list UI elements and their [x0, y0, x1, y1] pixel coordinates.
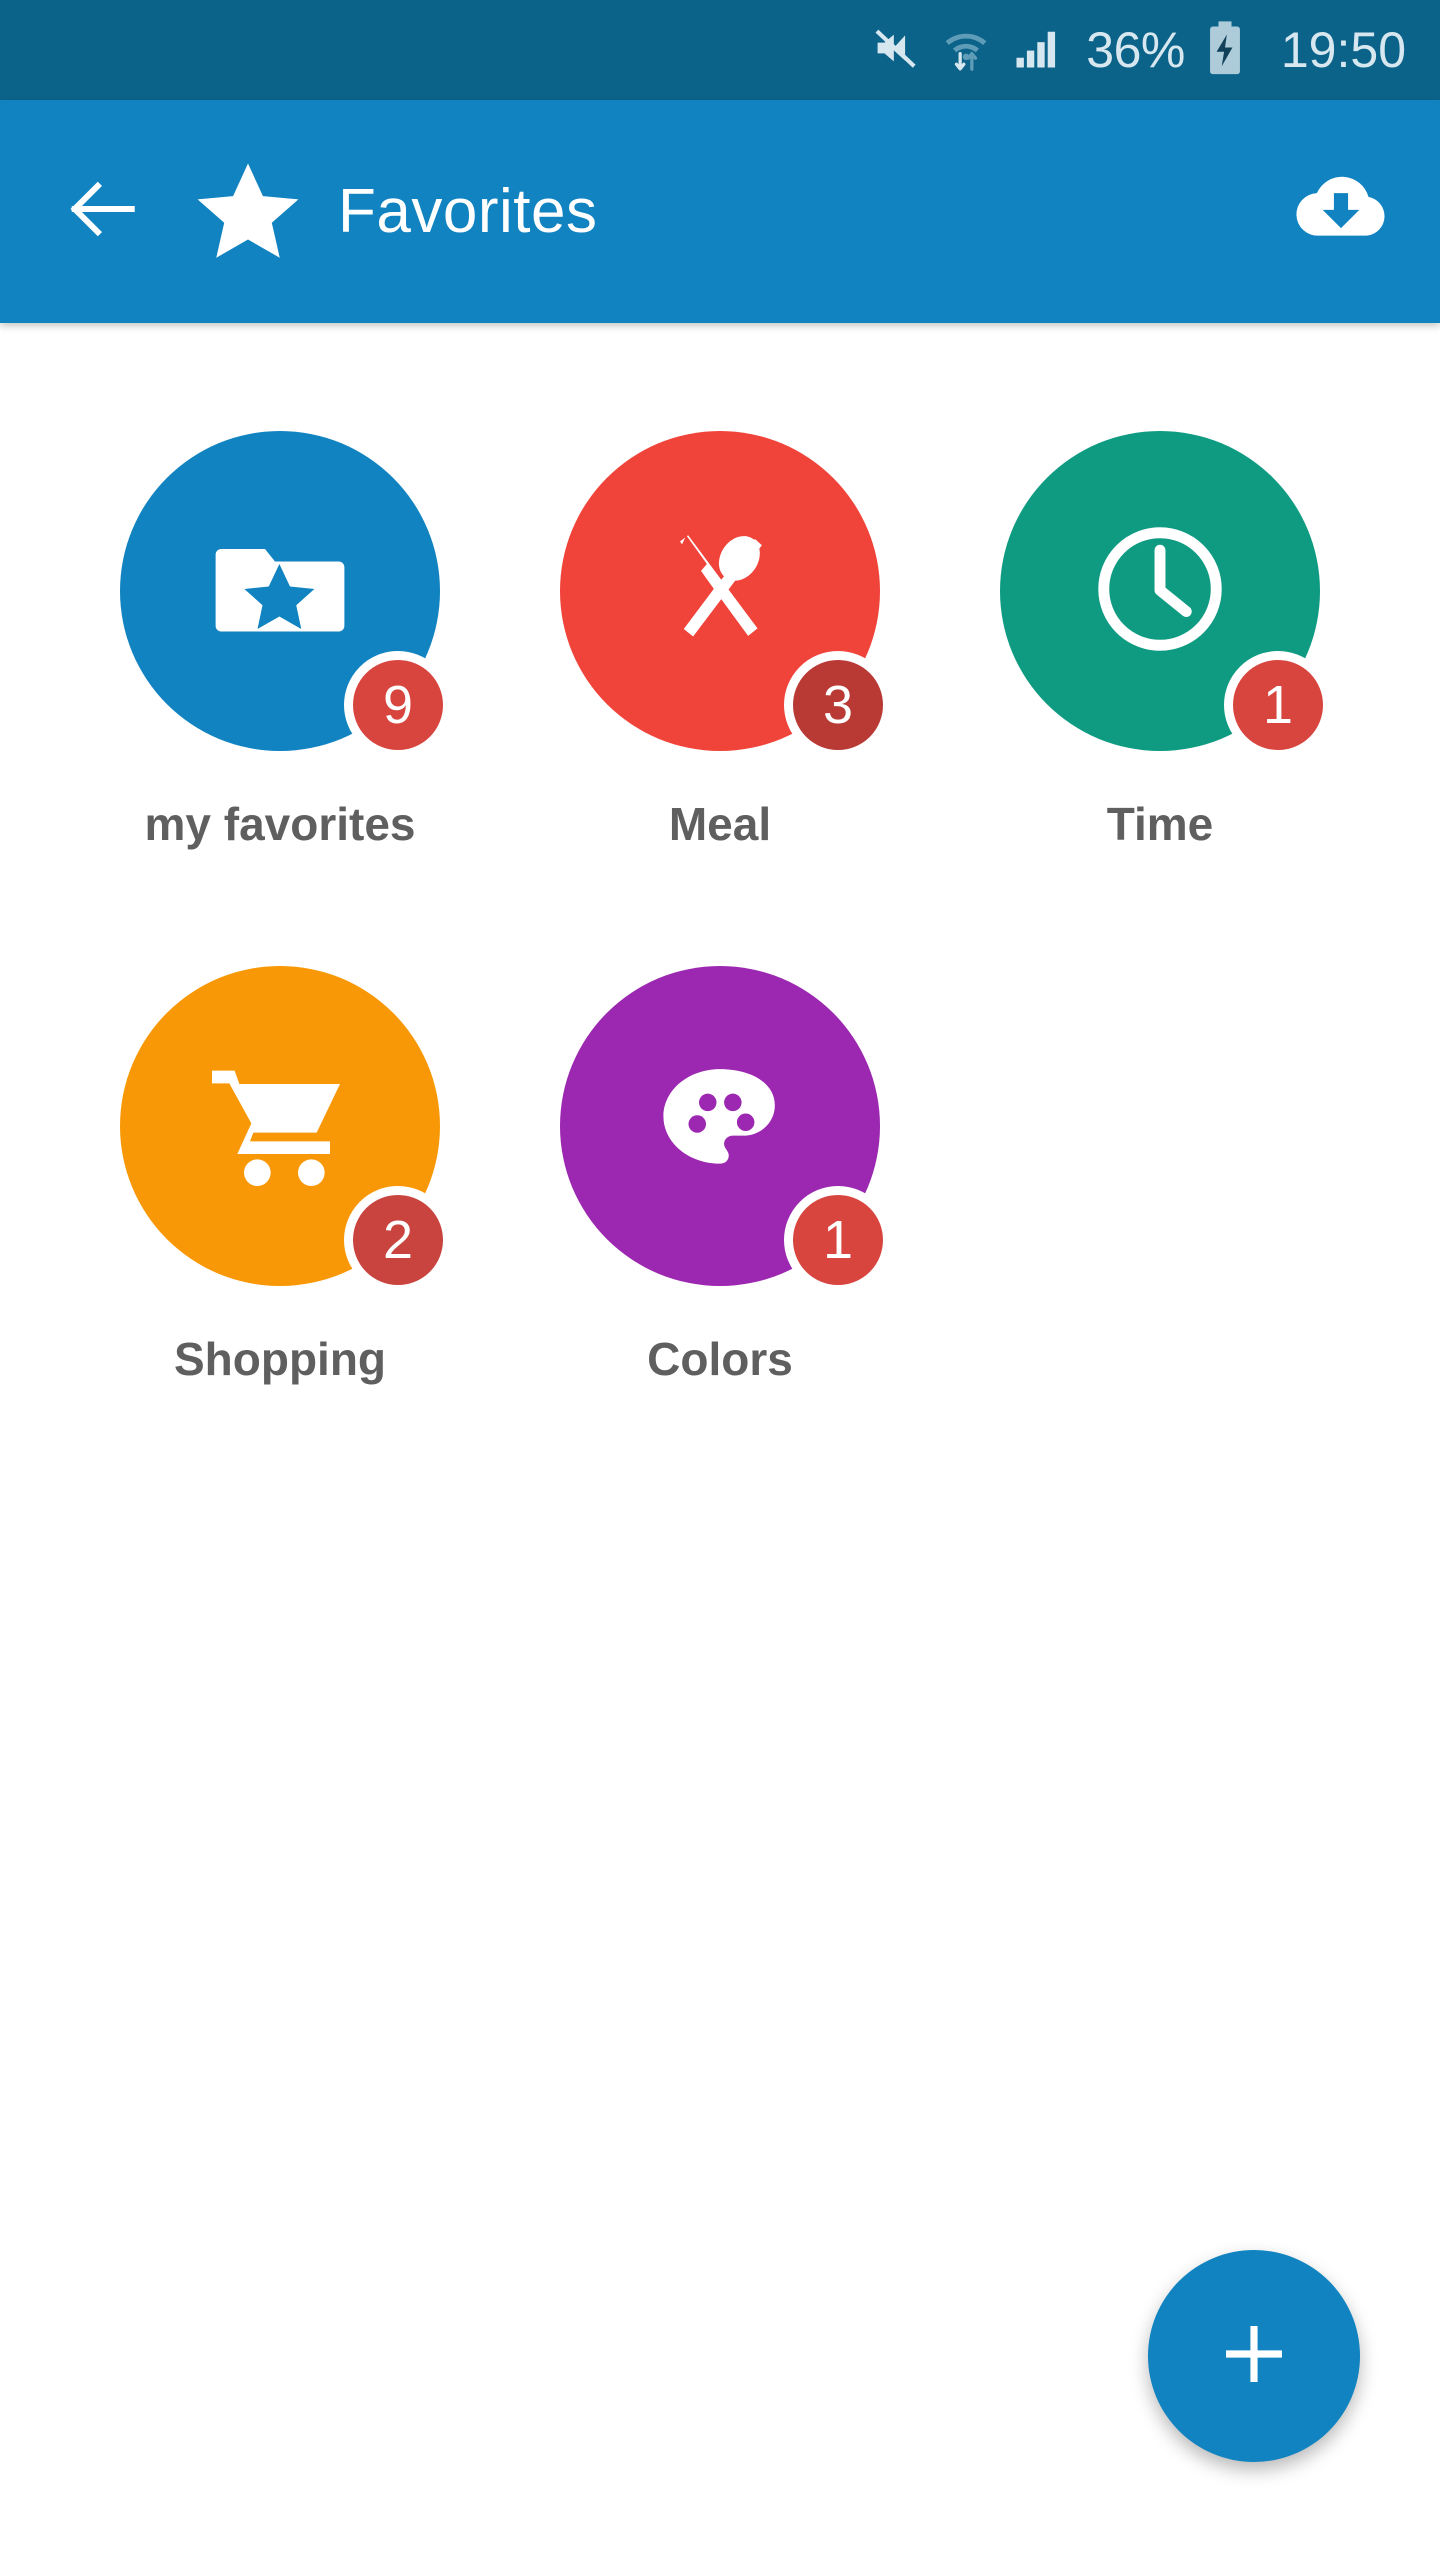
mute-icon: [870, 22, 922, 79]
category-circle-wrap: 1: [560, 966, 892, 1294]
category-grid: 9 my favorites 3 Meal 1 Time 2 Shopping …: [0, 423, 1440, 1493]
content-area: 9 my favorites 3 Meal 1 Time 2 Shopping …: [0, 323, 1440, 2560]
category-circle-wrap: 1: [1000, 431, 1332, 759]
category-circle-wrap: 3: [560, 431, 892, 759]
category-label: Time: [1106, 798, 1214, 850]
arrow-left-icon: [60, 167, 144, 256]
category-label: Shopping: [173, 1333, 387, 1385]
cloud-download-icon: [1291, 159, 1391, 264]
status-badge: 2: [344, 1186, 452, 1294]
category-circle-wrap: 2: [120, 966, 452, 1294]
app-screen: 36% 19:50 Favorites 9 my favorites 3 Mea…: [0, 0, 1440, 2560]
status-badge: 3: [784, 651, 892, 759]
cellular-signal-icon: [1010, 22, 1062, 79]
plus-icon: [1211, 2311, 1297, 2402]
category-item-time[interactable]: 1 Time: [940, 423, 1380, 958]
category-circle-wrap: 9: [120, 431, 452, 759]
status-bar: 36% 19:50: [0, 0, 1440, 100]
add-button[interactable]: [1148, 2250, 1360, 2462]
battery-charging-icon: [1203, 20, 1247, 81]
category-item-meal[interactable]: 3 Meal: [500, 423, 940, 958]
status-badge: 1: [784, 1186, 892, 1294]
palette-icon: [650, 1054, 790, 1199]
cutlery-icon: [645, 514, 795, 669]
wifi-transfer-icon: [940, 22, 992, 79]
status-badge: 9: [344, 651, 452, 759]
category-item-my-favorites[interactable]: 9 my favorites: [60, 423, 500, 958]
folder-star-icon: [205, 514, 355, 669]
category-label: my favorites: [144, 798, 416, 850]
page-title: Favorites: [338, 177, 598, 246]
category-label: Meal: [668, 798, 772, 850]
star-icon: [192, 156, 304, 268]
status-badge: 1: [1224, 651, 1332, 759]
battery-percent-label: 36%: [1086, 22, 1185, 78]
status-bar-icons: 36% 19:50: [870, 20, 1406, 81]
app-bar: Favorites: [0, 100, 1440, 323]
category-item-shopping[interactable]: 2 Shopping: [60, 958, 500, 1493]
clock-icon: [1085, 514, 1235, 669]
shopping-cart-icon: [200, 1044, 360, 1209]
category-label: Colors: [647, 1333, 793, 1385]
back-button[interactable]: [54, 164, 150, 260]
status-bar-clock: 19:50: [1280, 22, 1406, 78]
cloud-download-button[interactable]: [1286, 157, 1396, 267]
category-item-colors[interactable]: 1 Colors: [500, 958, 940, 1493]
